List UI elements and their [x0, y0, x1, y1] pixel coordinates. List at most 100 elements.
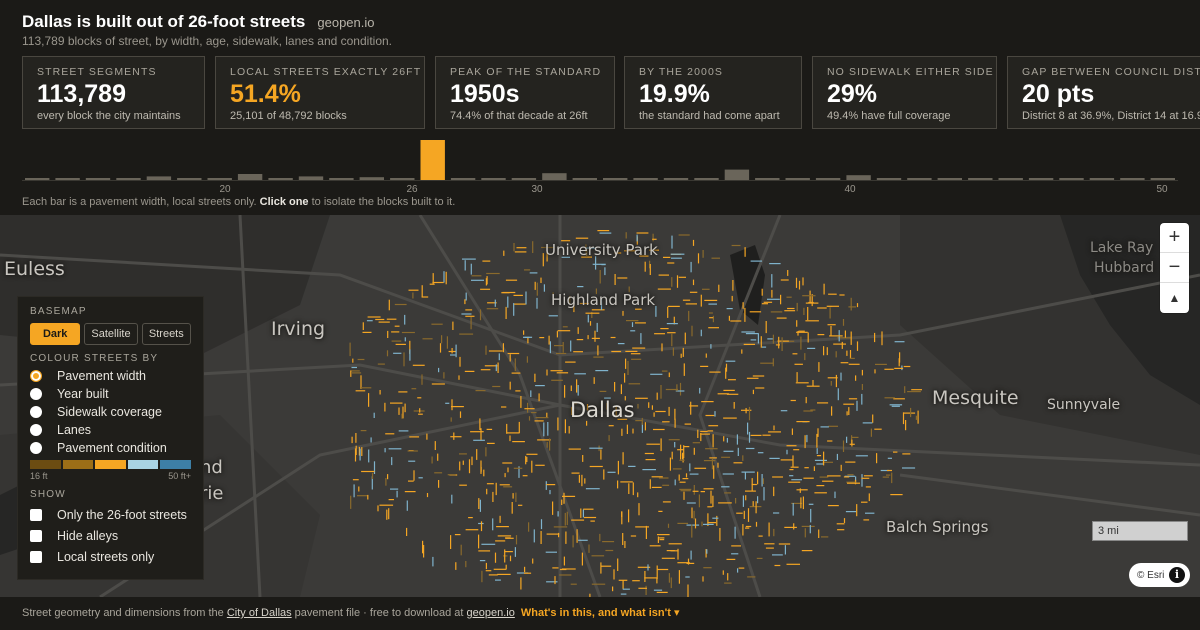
ramp-labels: 16 ft 50 ft+	[30, 471, 191, 481]
stat-note: 74.4% of that decade at 26ft	[450, 110, 588, 122]
tick-label-26: 26	[406, 184, 418, 195]
show-local-only[interactable]: Local streets only	[30, 546, 191, 567]
checkbox-icon[interactable]	[30, 550, 42, 563]
colour-ramp-legend	[30, 460, 191, 469]
tick-label-40: 40	[844, 184, 856, 195]
place-label-sunnyvale: Sunnyvale	[1047, 397, 1121, 413]
tick-label-20: 20	[219, 184, 231, 195]
caption-text: Each bar is a pavement width, local stre…	[22, 196, 260, 208]
caption-text-end: to isolate the blocks built to it.	[308, 196, 456, 208]
radio-icon[interactable]	[30, 424, 42, 436]
geopen-link[interactable]: geopen.io	[467, 607, 515, 619]
radio-icon[interactable]	[30, 442, 42, 454]
stat-note: 49.4% have full coverage	[827, 110, 951, 122]
page-subtitle: 113,789 blocks of street, by width, age,…	[22, 34, 393, 48]
basemap-streets-button[interactable]: Streets	[141, 323, 191, 345]
radio-icon[interactable]	[30, 388, 42, 400]
colour-options: Pavement width Year built Sidewalk cover…	[30, 367, 191, 457]
stat-card-council-gap: GAP BETWEEN COUNCIL DISTRICTS 20 pts Dis…	[1007, 56, 1200, 129]
scale-bar: 3 mi	[1092, 521, 1188, 541]
basemap-satellite-button[interactable]: Satellite	[84, 323, 138, 345]
width-histogram[interactable]	[22, 134, 1178, 184]
stat-note: 25,101 of 48,792 blocks	[230, 110, 347, 122]
checkbox-icon[interactable]	[30, 508, 42, 521]
radio-label: Sidewalk coverage	[57, 405, 162, 419]
place-label-highland-park: Highland Park	[551, 291, 656, 309]
ramp-min-label: 16 ft	[30, 471, 48, 481]
show-hide-alleys[interactable]: Hide alleys	[30, 525, 191, 546]
footer-text: Street geometry and dimensions from the	[22, 607, 227, 619]
histogram-bar-36[interactable]	[724, 169, 750, 180]
checkbox-label: Only the 26-foot streets	[57, 507, 187, 522]
place-label-university-park: University Park	[545, 241, 658, 259]
show-only-26ft[interactable]: Only the 26-foot streets	[30, 504, 191, 525]
radio-selected-icon[interactable]	[30, 370, 42, 382]
show-heading: SHOW	[30, 489, 66, 500]
stat-label: NO SIDEWALK EITHER SIDE	[827, 66, 994, 78]
reset-north-button[interactable]: ▲	[1160, 283, 1189, 313]
colour-option-sidewalk[interactable]: Sidewalk coverage	[30, 403, 191, 421]
radio-label: Pavement condition	[57, 441, 167, 455]
stat-note: the standard had come apart	[639, 110, 780, 122]
zoom-out-button[interactable]: −	[1160, 253, 1189, 283]
colour-option-condition[interactable]: Pavement condition	[30, 439, 191, 457]
caption-bold: Click one	[259, 196, 309, 208]
street-segments	[349, 230, 922, 597]
colour-option-year[interactable]: Year built	[30, 385, 191, 403]
place-label-dallas: Dallas	[570, 398, 635, 422]
basemap-heading: BASEMAP	[30, 306, 87, 317]
basemap-dark-button[interactable]: Dark	[30, 323, 81, 345]
basemap-switcher: Dark Satellite Streets	[30, 323, 191, 345]
stat-card-segments: STREET SEGMENTS 113,789 every block the …	[22, 56, 205, 129]
city-of-dallas-link[interactable]: City of Dallas	[227, 607, 292, 619]
ramp-swatch-0	[30, 460, 61, 469]
footer-text-mid: pavement file · free to download at	[291, 607, 467, 619]
histogram-axis	[22, 180, 1178, 181]
stat-card-26ft: LOCAL STREETS EXACTLY 26FT 51.4% 25,101 …	[215, 56, 425, 129]
histogram-bar-26[interactable]	[420, 140, 445, 180]
place-label-mesquite: Mesquite	[932, 387, 1019, 409]
histogram-caption: Each bar is a pavement width, local stre…	[22, 196, 455, 208]
info-icon[interactable]: i	[1169, 567, 1185, 583]
stat-value: 29%	[827, 80, 878, 108]
stat-label: BY THE 2000S	[639, 66, 724, 78]
colour-heading: COLOUR STREETS BY	[30, 353, 159, 364]
place-label-balch-springs: Balch Springs	[886, 518, 989, 536]
whats-in-this-toggle[interactable]: What's in this, and what isn't ▾	[521, 607, 680, 619]
checkbox-icon[interactable]	[30, 529, 42, 542]
radio-label: Year built	[57, 387, 109, 401]
header: Dallas is built out of 26-foot streets g…	[0, 0, 1200, 215]
attribution-text: © Esri	[1137, 569, 1165, 581]
stat-note: every block the city maintains	[37, 110, 181, 122]
stat-card-peak: PEAK OF THE STANDARD 1950s 74.4% of that…	[435, 56, 615, 129]
stat-value: 51.4%	[230, 80, 301, 108]
stat-value: 20 pts	[1022, 80, 1095, 108]
radio-icon[interactable]	[30, 406, 42, 418]
colour-option-lanes[interactable]: Lanes	[30, 421, 191, 439]
stat-cards: STREET SEGMENTS 113,789 every block the …	[22, 56, 1200, 129]
checkbox-label: Local streets only	[57, 549, 155, 564]
stat-card-2000s: BY THE 2000S 19.9% the standard had come…	[624, 56, 802, 129]
ramp-max-label: 50 ft+	[168, 471, 191, 481]
histogram-bar-30[interactable]	[542, 173, 567, 180]
brand-link[interactable]: geopen.io	[317, 15, 374, 30]
map-nav-controls: + − ▲	[1160, 223, 1189, 313]
tick-label-50: 50	[1156, 184, 1168, 195]
place-label-lake-ray: Lake Ray	[1090, 240, 1154, 256]
stat-value: 1950s	[450, 80, 520, 108]
stat-value: 19.9%	[639, 80, 710, 108]
radio-label: Lanes	[57, 423, 92, 437]
title-row: Dallas is built out of 26-foot streets g…	[22, 12, 375, 32]
place-label-hubbard: Hubbard	[1094, 260, 1155, 276]
tick-label-30: 30	[531, 184, 543, 195]
attribution[interactable]: © Esri i	[1129, 563, 1190, 587]
zoom-in-button[interactable]: +	[1160, 223, 1189, 253]
control-panel: BASEMAP Dark Satellite Streets COLOUR ST…	[17, 296, 204, 580]
stat-label: PEAK OF THE STANDARD	[450, 66, 602, 78]
colour-option-width[interactable]: Pavement width	[30, 367, 191, 385]
ramp-swatch-4	[160, 460, 191, 469]
place-label-irving: Irving	[271, 318, 326, 340]
ramp-swatch-3	[127, 460, 159, 469]
show-options: Only the 26-foot streets Hide alleys Loc…	[30, 504, 191, 567]
stat-label: STREET SEGMENTS	[37, 66, 157, 78]
